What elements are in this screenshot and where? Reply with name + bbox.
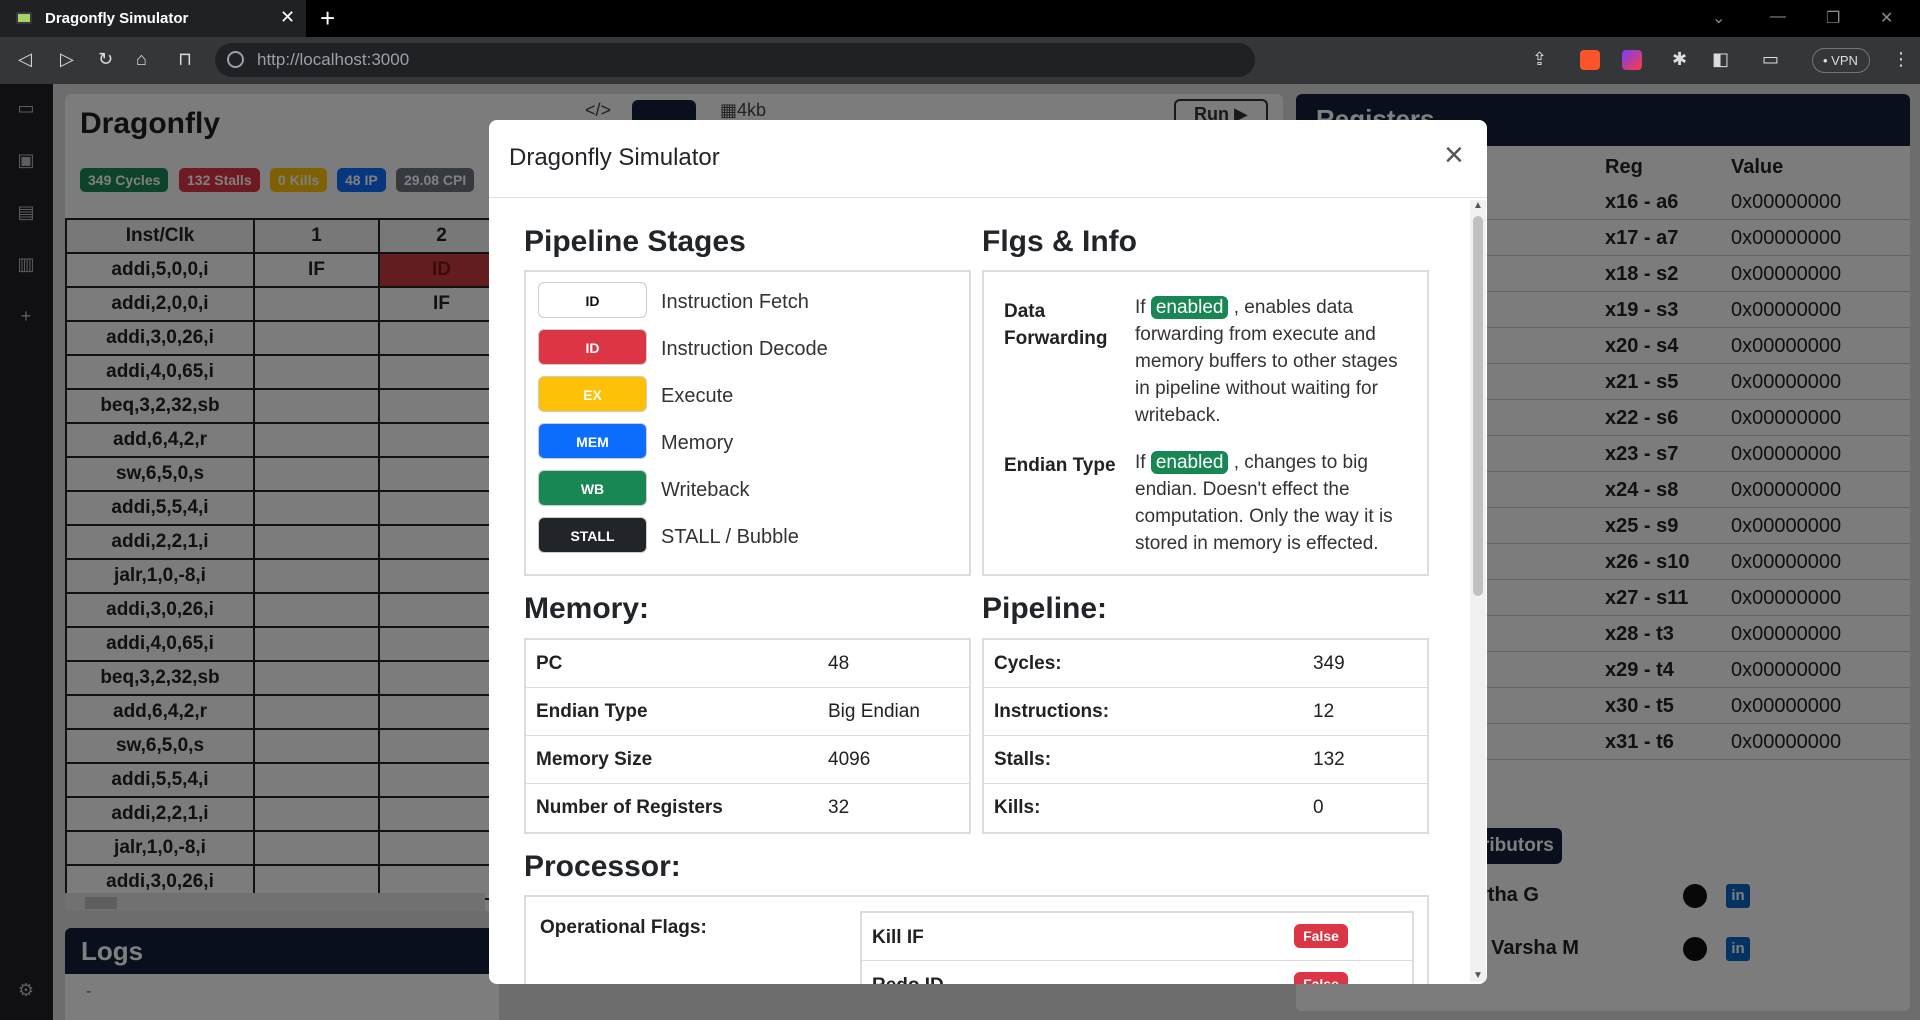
memory-heading: Memory: [524, 592, 650, 625]
row-value: Big Endian [828, 701, 920, 722]
back-icon[interactable]: ◁ [18, 49, 32, 70]
false-badge: False [1294, 924, 1348, 948]
row-value: 12 [1313, 701, 1335, 722]
processor-box: Operational Flags: Kill IF False Redo ID… [524, 895, 1429, 984]
share-icon[interactable]: ⇪ [1532, 49, 1547, 70]
address-bar[interactable]: http://localhost:3000 [215, 43, 1255, 77]
flag-desc-prefix: If [1135, 452, 1146, 473]
false-badge: False [1294, 972, 1348, 984]
flag-description: If enabled , enables data forwarding fro… [1135, 294, 1415, 429]
table-row: Redo ID False [862, 961, 1412, 984]
table-row: Kill IF False [862, 913, 1412, 961]
table-row: Stalls: 132 [984, 736, 1427, 784]
flag-name: Data Forwarding [1004, 298, 1107, 352]
vpn-button[interactable]: • VPN [1812, 48, 1870, 73]
browser-tab-bar: Dragonfly Simulator ✕ + ⌄ — ❐ ✕ [0, 0, 1920, 37]
flag-desc-prefix: If [1135, 297, 1146, 318]
scroll-down-icon[interactable]: ▼ [1473, 970, 1483, 981]
flag-description: If enabled , changes to big endian. Does… [1135, 449, 1415, 557]
stage-chip: EX [538, 376, 647, 412]
row-key: Instructions: [994, 701, 1110, 722]
flag-name-line: Data [1004, 301, 1046, 322]
table-row: Instructions: 12 [984, 688, 1427, 736]
enabled-badge: enabled [1150, 451, 1229, 474]
maximize-icon[interactable]: ❐ [1826, 8, 1840, 28]
row-key: PC [536, 653, 563, 674]
pipeline-stages-heading: Pipeline Stages [524, 225, 746, 258]
menu-icon[interactable]: ⋮ [1892, 49, 1910, 70]
tab-search-icon[interactable]: ⌄ [1712, 8, 1725, 28]
memory-table: PC 48 Endian Type Big Endian Memory Size 4096… [524, 638, 971, 834]
close-icon[interactable]: × [1444, 138, 1464, 172]
enabled-badge: enabled [1150, 296, 1229, 319]
row-key: Kills: [994, 797, 1041, 818]
stage-chip: ID [538, 282, 647, 318]
scroll-up-icon[interactable]: ▲ [1473, 200, 1483, 211]
reload-icon[interactable]: ↻ [98, 49, 113, 70]
browser-toolbar: ◁ ▷ ↻ ⌂ ⊓ http://localhost:3000 ⇪ ✱ ◧ ▭ … [0, 37, 1920, 84]
table-row: Kills: 0 [984, 784, 1427, 832]
operational-flags-label: Operational Flags: [540, 917, 707, 938]
table-row: Cycles: 349 [984, 640, 1427, 688]
pipeline-stages-box: ID Instruction Fetch ID Instruction Decode E… [524, 270, 971, 576]
browser-tab[interactable]: Dragonfly Simulator ✕ [0, 0, 306, 37]
row-value: 48 [828, 653, 850, 674]
new-tab-icon[interactable]: + [320, 3, 335, 34]
stage-label: Execute [661, 385, 734, 407]
info-modal: Dragonfly Simulator × Pipeline Stages ID… [489, 120, 1487, 984]
stage-chip: STALL [538, 517, 647, 553]
stage-chip: WB [538, 470, 647, 506]
row-value: 0 [1313, 797, 1324, 818]
sidebar-toggle-icon[interactable]: ◧ [1712, 49, 1729, 70]
brave-shield-icon[interactable] [1580, 50, 1600, 70]
stage-label: Instruction Fetch [661, 291, 809, 313]
row-key: Number of Registers [536, 797, 723, 818]
flag-key: Redo ID [872, 975, 944, 984]
modal-title: Dragonfly Simulator [509, 144, 720, 171]
bookmark-icon[interactable]: ⊓ [178, 49, 192, 70]
vpn-label: VPN [1831, 53, 1858, 68]
pipeline-heading: Pipeline: [982, 592, 1108, 625]
flags-info-box: Data Forwarding If enabled , enables data… [982, 270, 1429, 576]
stage-label: Writeback [661, 479, 750, 501]
home-icon[interactable]: ⌂ [136, 49, 147, 70]
row-value: 32 [828, 797, 850, 818]
tab-title: Dragonfly Simulator [45, 10, 189, 27]
stage-chip: MEM [538, 423, 647, 459]
wallet-icon[interactable]: ▭ [1762, 49, 1779, 70]
extensions-icon[interactable]: ✱ [1672, 49, 1687, 70]
stage-label: Memory [661, 432, 734, 454]
close-window-icon[interactable]: ✕ [1880, 8, 1893, 28]
row-value: 132 [1313, 749, 1345, 770]
operational-flags-table: Kill IF False Redo ID False [860, 911, 1414, 984]
flag-key: Kill IF [872, 927, 924, 948]
flag-name: Endian Type [1004, 455, 1116, 476]
modal-scrollbar-thumb[interactable] [1473, 216, 1483, 596]
pipeline-stats-table: Cycles: 349 Instructions: 12 Stalls: 132 Kills… [982, 638, 1429, 834]
table-row: Memory Size 4096 [526, 736, 969, 784]
stage-label: STALL / Bubble [661, 526, 799, 548]
row-key: Memory Size [536, 749, 653, 770]
row-key: Stalls: [994, 749, 1052, 770]
stage-label: Instruction Decode [661, 338, 828, 360]
brave-rewards-icon[interactable] [1622, 50, 1642, 70]
flag-name-line: Forwarding [1004, 328, 1108, 349]
row-value: 349 [1313, 653, 1345, 674]
close-tab-icon[interactable]: ✕ [280, 7, 295, 28]
table-row: Number of Registers 32 [526, 784, 969, 832]
forward-icon[interactable]: ▷ [60, 49, 74, 70]
row-key: Cycles: [994, 653, 1062, 674]
url-text: http://localhost:3000 [257, 50, 410, 69]
favicon-icon [16, 12, 32, 24]
site-info-icon[interactable] [227, 51, 244, 68]
table-row: PC 48 [526, 640, 969, 688]
modal-header: Dragonfly Simulator × [489, 120, 1487, 198]
processor-heading: Processor: [524, 850, 681, 883]
minimize-icon[interactable]: — [1770, 8, 1786, 26]
flags-info-heading: Flgs & Info [982, 225, 1137, 258]
stage-chip: ID [538, 329, 647, 365]
table-row: Endian Type Big Endian [526, 688, 969, 736]
row-key: Endian Type [536, 701, 648, 722]
row-value: 4096 [828, 749, 871, 770]
